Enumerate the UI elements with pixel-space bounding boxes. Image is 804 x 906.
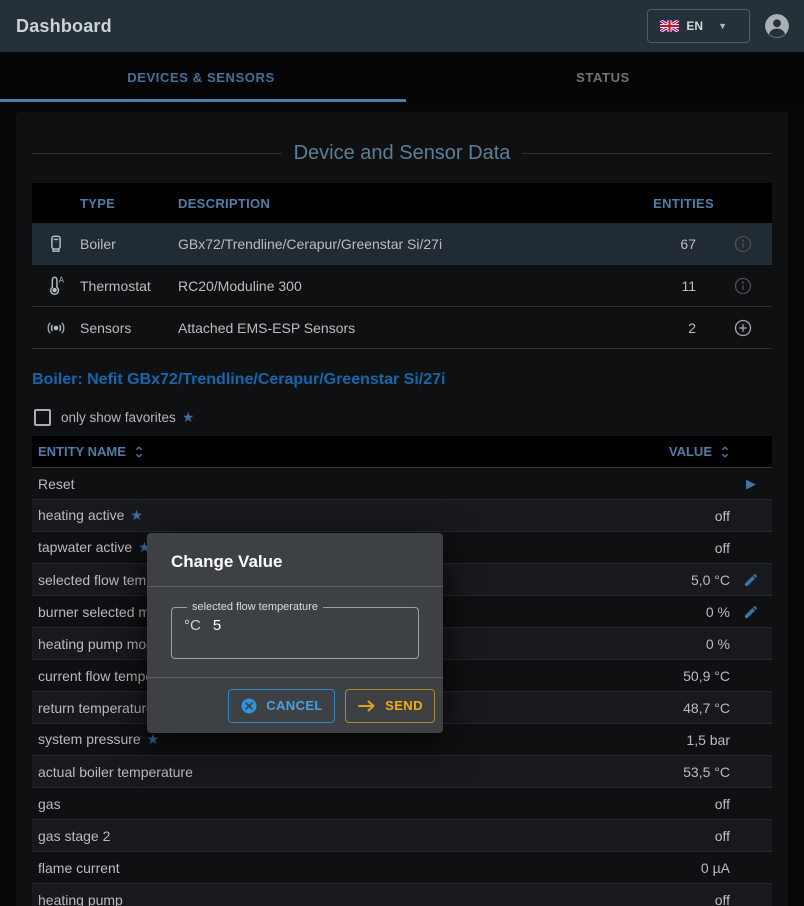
sort-value[interactable]: VALUE (620, 444, 730, 459)
edit-pencil-icon[interactable] (743, 604, 759, 620)
send-arrow-icon (357, 699, 377, 713)
star-icon: ★ (182, 409, 195, 426)
tab-indicator (0, 99, 406, 102)
entity-row[interactable]: Reset ▶ (32, 468, 772, 500)
device-entities-count: 11 (604, 278, 714, 294)
app-bar: Dashboard EN ▼ (0, 0, 804, 52)
page-title: Dashboard (16, 16, 112, 37)
cancel-button[interactable]: CANCEL (228, 689, 335, 723)
favorites-filter: only show favorites ★ (32, 409, 772, 426)
sort-entity-name[interactable]: ENTITY NAME (32, 444, 620, 459)
tab-bar: DEVICES & SENSORS STATUS (0, 52, 804, 102)
sort-icon (720, 445, 730, 459)
value-input-text[interactable]: 5 (213, 617, 221, 634)
info-icon[interactable] (733, 234, 753, 254)
device-entities-count: 67 (604, 236, 714, 252)
device-row-thermostat[interactable]: A Thermostat RC20/Moduline 300 11 (32, 265, 772, 307)
device-description: RC20/Moduline 300 (178, 278, 604, 294)
col-header-type: TYPE (80, 196, 178, 211)
star-icon: ★ (130, 507, 143, 523)
send-button[interactable]: SEND (345, 689, 435, 723)
unit-adornment: °C (184, 617, 201, 634)
value-input-field[interactable]: selected flow temperature °C 5 (171, 601, 419, 659)
field-label: selected flow temperature (187, 601, 323, 613)
content-panel: Device and Sensor Data TYPE DESCRIPTION … (16, 112, 788, 906)
uk-flag-icon (660, 20, 679, 32)
tab-devices-sensors[interactable]: DEVICES & SENSORS (0, 52, 402, 102)
boiler-section-heading: Boiler: Nefit GBx72/Trendline/Cerapur/Gr… (32, 371, 772, 389)
device-row-sensors[interactable]: Sensors Attached EMS-ESP Sensors 2 (32, 307, 772, 349)
tab-status[interactable]: STATUS (402, 52, 804, 102)
language-selector[interactable]: EN ▼ (647, 9, 750, 43)
entity-table-header: ENTITY NAME VALUE (32, 436, 772, 468)
col-header-entities: ENTITIES (604, 196, 714, 211)
boiler-icon (45, 233, 67, 255)
play-arrow-icon[interactable]: ▶ (746, 476, 756, 492)
device-type: Thermostat (80, 278, 178, 294)
entity-row[interactable]: gas off (32, 788, 772, 820)
language-code: EN (686, 19, 703, 33)
dialog-body: selected flow temperature °C 5 (147, 587, 443, 677)
thermostat-icon: A (45, 275, 67, 297)
svg-text:A: A (59, 275, 65, 284)
dialog-actions: CANCEL SEND (147, 677, 443, 733)
edit-pencil-icon[interactable] (743, 572, 759, 588)
entity-row[interactable]: gas stage 2 off (32, 820, 772, 852)
dialog-title: Change Value (147, 533, 443, 587)
chevron-down-icon: ▼ (718, 21, 727, 31)
section-title-divider: Device and Sensor Data (32, 142, 772, 165)
device-description: GBx72/Trendline/Cerapur/Greenstar Si/27i (178, 236, 604, 252)
device-type: Sensors (80, 320, 178, 336)
device-entities-count: 2 (604, 320, 714, 336)
sort-icon (134, 445, 144, 459)
section-title: Device and Sensor Data (282, 142, 523, 165)
favorites-checkbox[interactable] (34, 409, 51, 426)
device-description: Attached EMS-ESP Sensors (178, 320, 604, 336)
device-row-boiler[interactable]: Boiler GBx72/Trendline/Cerapur/Greenstar… (32, 223, 772, 265)
add-circle-icon[interactable] (733, 318, 753, 338)
device-table: TYPE DESCRIPTION ENTITIES Boiler GBx72/ (32, 183, 772, 349)
change-value-dialog: Change Value selected flow temperature °… (147, 533, 443, 733)
col-header-description: DESCRIPTION (178, 196, 604, 211)
dashboard-page: Dashboard EN ▼ DEVICES & SENSORS STATUS (0, 0, 804, 906)
entity-row[interactable]: heating pump off (32, 884, 772, 906)
info-icon[interactable] (733, 276, 753, 296)
entity-row[interactable]: heating active★ off (32, 500, 772, 532)
sensors-icon (45, 317, 67, 339)
star-icon: ★ (147, 731, 160, 747)
account-avatar-icon[interactable] (764, 13, 790, 39)
favorites-label: only show favorites (61, 410, 176, 425)
device-type: Boiler (80, 236, 178, 252)
device-table-header: TYPE DESCRIPTION ENTITIES (32, 183, 772, 223)
entity-row[interactable]: actual boiler temperature 53,5 °C (32, 756, 772, 788)
cancel-icon (240, 697, 258, 715)
entity-row[interactable]: flame current 0 µA (32, 852, 772, 884)
